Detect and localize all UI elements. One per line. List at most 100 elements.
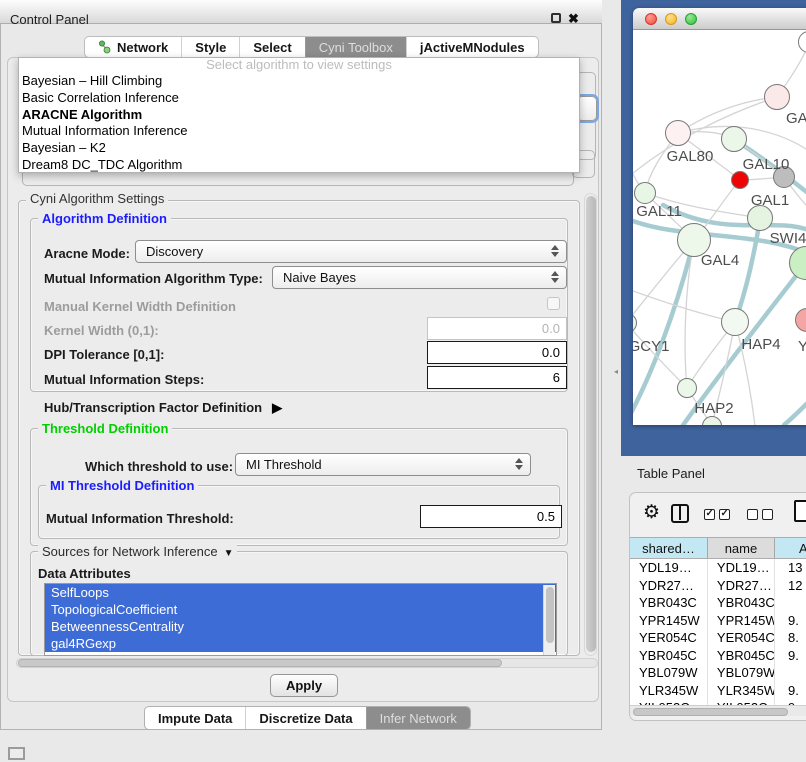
table-cell: 9. <box>775 647 806 665</box>
table-cell: YBR043C <box>630 594 708 612</box>
node-label-gcy1: GCY1 <box>633 338 669 355</box>
which-threshold-value: MI Threshold <box>246 457 322 472</box>
tab-network[interactable]: Network <box>85 37 181 57</box>
close-icon[interactable]: ✖ <box>568 11 579 27</box>
column-header-a[interactable]: A <box>775 538 806 558</box>
attribute-item-gal4rgexp[interactable]: gal4RGexp <box>45 635 556 652</box>
control-panel-title: Control Panel <box>10 12 89 27</box>
table-panel-title: Table Panel <box>637 466 705 481</box>
algorithm-option-basic-correlation-inference[interactable]: Basic Correlation Inference <box>19 90 579 107</box>
split-collapse-arrow-icon[interactable]: ◂ <box>614 367 618 376</box>
network-node[interactable] <box>634 182 656 204</box>
algorithm-option-dream8-dc-tdc-algorithm[interactable]: Dream8 DC_TDC Algorithm <box>19 157 579 174</box>
tab-style[interactable]: Style <box>181 37 239 57</box>
float-panel-icon[interactable] <box>551 13 561 23</box>
table-cell: YBR045C <box>708 647 775 665</box>
table-header-row: shared…nameA <box>630 537 806 559</box>
sources-label-text: Sources for Network Inference <box>42 544 218 559</box>
chevron-down-icon: ▼ <box>224 548 234 559</box>
table-row[interactable]: YER054CYER054C8. <box>630 629 806 647</box>
document-icon[interactable] <box>794 500 806 522</box>
mi-type-combobox[interactable]: Naive Bayes <box>272 266 567 289</box>
table-cell: 9. <box>775 612 806 630</box>
aracne-mode-combobox[interactable]: Discovery <box>135 240 567 263</box>
network-node[interactable] <box>731 171 749 189</box>
algorithm-option-mutual-information-inference[interactable]: Mutual Information Inference <box>19 123 579 140</box>
network-node[interactable] <box>764 84 790 110</box>
data-attributes-list[interactable]: SelfLoopsTopologicalCoefficientBetweenne… <box>44 583 557 656</box>
chevron-right-icon: ▶ <box>272 400 282 415</box>
zoom-traffic-light-icon[interactable] <box>685 13 697 25</box>
table-cell: YPR145W <box>630 612 708 630</box>
mi-threshold-field[interactable] <box>420 505 562 528</box>
mi-steps-field[interactable] <box>427 366 567 389</box>
dock-panel-icon[interactable] <box>8 747 25 760</box>
mi-type-label: Mutual Information Algorithm Type: <box>44 271 263 286</box>
table-cell: YDR27… <box>630 577 708 595</box>
table-row[interactable]: YDR27…YDR27…12 <box>630 577 806 595</box>
apply-button[interactable]: Apply <box>270 674 338 697</box>
settings-vertical-scrollbar-thumb[interactable] <box>586 196 596 652</box>
tab-label: Impute Data <box>158 711 232 726</box>
close-traffic-light-icon[interactable] <box>645 13 657 25</box>
manual-kernel-label: Manual Kernel Width Definition <box>44 299 236 314</box>
column-header-name[interactable]: name <box>708 538 775 558</box>
table-row[interactable]: YBR043CYBR043C <box>630 594 806 612</box>
scrollbar-thumb[interactable] <box>546 587 554 643</box>
column-header-shared-[interactable]: shared… <box>630 538 708 558</box>
tab-discretize-data[interactable]: Discretize Data <box>245 707 365 729</box>
network-node[interactable] <box>665 120 691 146</box>
network-node[interactable] <box>721 126 747 152</box>
minimize-traffic-light-icon[interactable] <box>665 13 677 25</box>
table-cell: YPR145W <box>708 612 775 630</box>
tab-infer-network[interactable]: Infer Network <box>366 707 470 729</box>
network-canvas[interactable]: GALGAL80GAL10GAL1GAL11SWI4GAL4GCY1HAP4YH… <box>633 30 806 425</box>
hidden-combo-fragment <box>577 96 597 121</box>
table-horizontal-scrollbar[interactable] <box>630 705 806 716</box>
table-cell: YLR345W <box>708 682 775 700</box>
attribute-item-selfloops[interactable]: SelfLoops <box>45 584 556 601</box>
deselect-all-icon[interactable] <box>747 509 758 520</box>
algorithm-option-aracne-algorithm[interactable]: ARACNE Algorithm <box>19 107 579 124</box>
scrollbar-thumb[interactable] <box>633 708 788 716</box>
tab-jactivemnodules[interactable]: jActiveMNodules <box>406 37 538 57</box>
table-row[interactable]: YDL19…YDL19…13 <box>630 559 806 577</box>
manual-kernel-checkbox <box>547 297 560 310</box>
node-label-swi4: SWI4 <box>770 230 806 247</box>
node-label-gal: GAL <box>786 110 806 127</box>
select-all-icon[interactable] <box>704 509 715 520</box>
mi-threshold-definition-label: MI Threshold Definition <box>46 478 198 493</box>
algorithm-option-bayesian-hill-climbing[interactable]: Bayesian – Hill Climbing <box>19 73 579 90</box>
aracne-mode-value: Discovery <box>146 244 203 259</box>
which-threshold-label: Which threshold to use: <box>85 459 233 474</box>
settings-horizontal-scrollbar-thumb[interactable] <box>18 659 502 667</box>
network-node[interactable] <box>677 378 697 398</box>
list-vertical-scrollbar[interactable] <box>543 585 555 656</box>
network-node[interactable] <box>721 308 749 336</box>
table-row[interactable]: YPR145WYPR145W9. <box>630 612 806 630</box>
tab-cyni-toolbox[interactable]: Cyni Toolbox <box>305 37 406 57</box>
which-threshold-combobox[interactable]: MI Threshold <box>235 453 531 476</box>
columns-icon[interactable] <box>671 504 689 523</box>
table-row[interactable]: YLR345WYLR345W9. <box>630 682 806 700</box>
deselect-all-icon[interactable] <box>762 509 773 520</box>
gear-icon[interactable]: ⚙ <box>643 501 660 524</box>
node-label-hap2: HAP2 <box>694 400 733 417</box>
network-window-titlebar[interactable] <box>633 8 806 30</box>
table-row[interactable]: YBL079WYBL079W <box>630 664 806 682</box>
table-cell: YER054C <box>708 629 775 647</box>
algorithm-option-bayesian-k2[interactable]: Bayesian – K2 <box>19 140 579 157</box>
tab-impute-data[interactable]: Impute Data <box>145 707 245 729</box>
table-cell: YBL079W <box>630 664 708 682</box>
tab-label: Style <box>195 40 226 55</box>
attribute-item-topologicalcoefficient[interactable]: TopologicalCoefficient <box>45 601 556 618</box>
attribute-item-betweennesscentrality[interactable]: BetweennessCentrality <box>45 618 556 635</box>
tab-select[interactable]: Select <box>239 37 304 57</box>
table-cell <box>775 594 806 612</box>
table-cell: YDR27… <box>708 577 775 595</box>
hub-definition-toggle[interactable]: Hub/Transcription Factor Definition▶ <box>44 400 282 416</box>
table-row[interactable]: YBR045CYBR045C9. <box>630 647 806 665</box>
dpi-tolerance-field[interactable] <box>427 341 567 364</box>
sources-toggle[interactable]: Sources for Network Inference ▼ <box>38 544 237 559</box>
select-all-icon[interactable] <box>719 509 730 520</box>
